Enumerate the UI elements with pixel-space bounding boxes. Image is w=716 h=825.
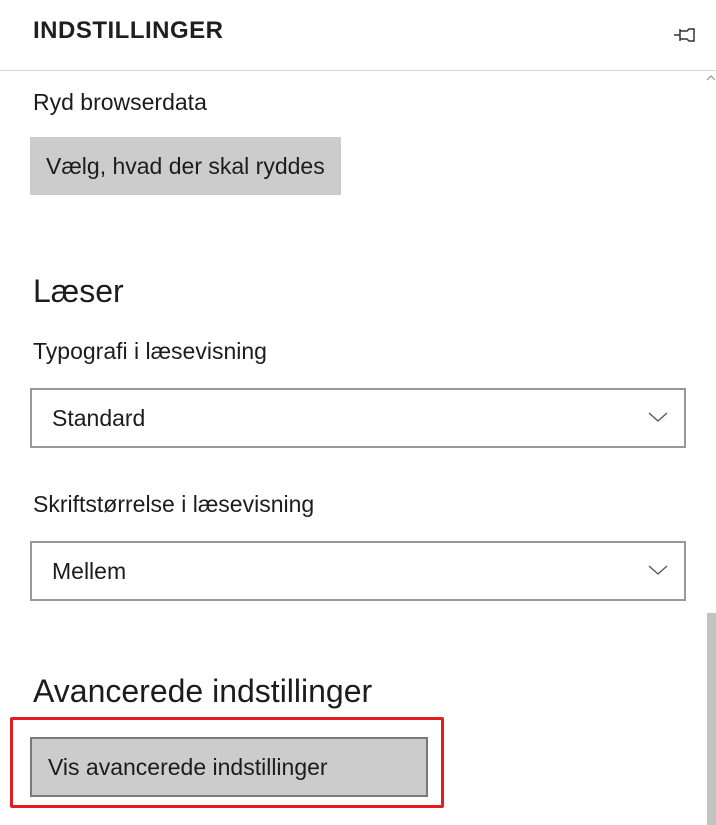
scroll-up-arrow-icon[interactable] (706, 73, 716, 83)
font-size-label: Skriftstørrelse i læsevisning (33, 491, 315, 517)
typography-select-value: Standard (52, 405, 146, 431)
pin-icon[interactable] (674, 27, 696, 43)
advanced-settings-heading: Avancerede indstillinger (33, 673, 373, 709)
font-size-select-value: Mellem (52, 558, 127, 584)
chevron-down-icon (648, 565, 668, 575)
scrollbar-thumb[interactable] (707, 613, 716, 825)
chevron-down-icon (648, 412, 668, 422)
typography-label: Typografi i læsevisning (33, 338, 267, 364)
clear-data-label: Ryd browserdata (33, 89, 207, 115)
scrollbar[interactable] (706, 71, 716, 825)
settings-title: INDSTILLINGER (33, 17, 224, 44)
view-advanced-settings-button[interactable]: Vis avancerede indstillinger (30, 737, 428, 797)
typography-select[interactable]: Standard (30, 388, 686, 448)
reader-heading: Læser (33, 273, 124, 309)
choose-what-to-clear-button[interactable]: Vælg, hvad der skal ryddes (30, 137, 341, 195)
settings-panel: INDSTILLINGER Ryd browserdata Vælg, hvad… (0, 0, 716, 825)
settings-header: INDSTILLINGER (0, 0, 716, 71)
font-size-select[interactable]: Mellem (30, 541, 686, 601)
